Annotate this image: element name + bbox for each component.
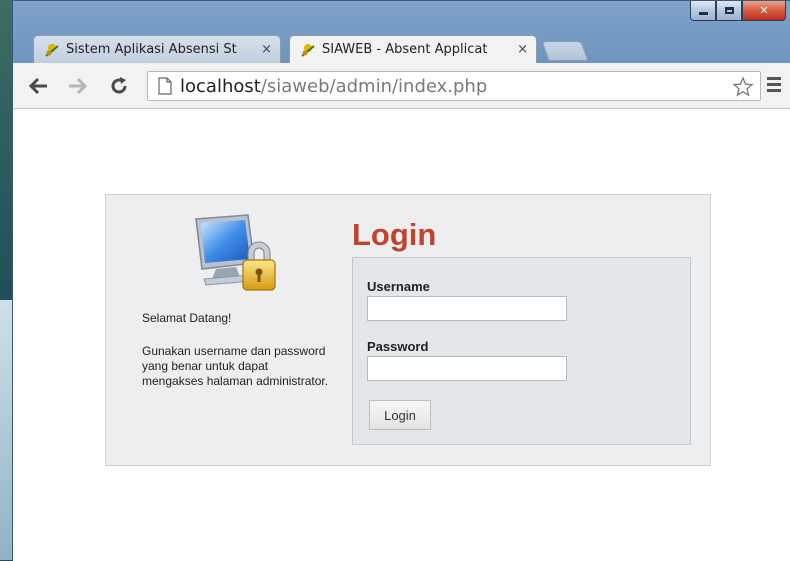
page-viewport: Selamat Datang! Gunakan username dan pas… [13,109,790,561]
tab-close-icon[interactable]: × [517,42,528,57]
tab-title: SIAWEB - Absent Applicat [322,42,488,57]
arrow-left-icon [29,77,47,95]
maximize-icon [724,7,734,14]
arrow-right-icon [69,77,87,95]
reload-button[interactable] [107,74,131,98]
new-tab-button[interactable] [541,41,589,61]
password-input[interactable] [367,356,567,381]
address-bar[interactable]: localhost/siaweb/admin/index.php [147,71,761,101]
tab-siaweb[interactable]: SIAWEB - Absent Applicat × [289,35,537,63]
computer-lock-icon [195,214,276,291]
login-button[interactable]: Login [369,400,431,430]
welcome-text: Selamat Datang! [142,311,232,325]
url-host: localhost [180,75,261,97]
maximize-button[interactable] [716,1,742,21]
menu-icon [765,77,785,92]
login-panel: Selamat Datang! Gunakan username dan pas… [105,194,711,466]
window-controls: ✕ [690,1,786,23]
close-window-button[interactable]: ✕ [742,1,786,21]
login-title: Login [352,217,437,252]
reload-icon [111,77,127,94]
favicon-icon [45,43,59,57]
forward-button[interactable] [65,74,89,98]
minimize-button[interactable] [690,1,716,21]
favicon-icon [301,43,315,57]
star-icon[interactable] [732,76,754,98]
close-icon: ✕ [759,4,769,17]
browser-window: ✕ Sistem Aplikasi Absensi St × SIAWEB - … [12,0,790,561]
back-button[interactable] [27,74,51,98]
browser-toolbar: localhost/siaweb/admin/index.php [13,63,790,109]
username-label: Username [367,279,430,294]
info-text: Gunakan username dan password yang benar… [142,344,329,388]
tab-sistem-aplikasi[interactable]: Sistem Aplikasi Absensi St × [33,35,281,63]
url-path: /siaweb/admin/index.php [260,75,488,97]
tab-close-icon[interactable]: × [261,42,272,57]
password-label: Password [367,339,429,354]
page-icon [158,77,172,95]
menu-button[interactable] [765,75,785,95]
minimize-icon [698,12,708,15]
login-form: Username Password Login [352,257,691,445]
username-input[interactable] [367,296,567,321]
tab-title: Sistem Aplikasi Absensi St [66,42,237,57]
